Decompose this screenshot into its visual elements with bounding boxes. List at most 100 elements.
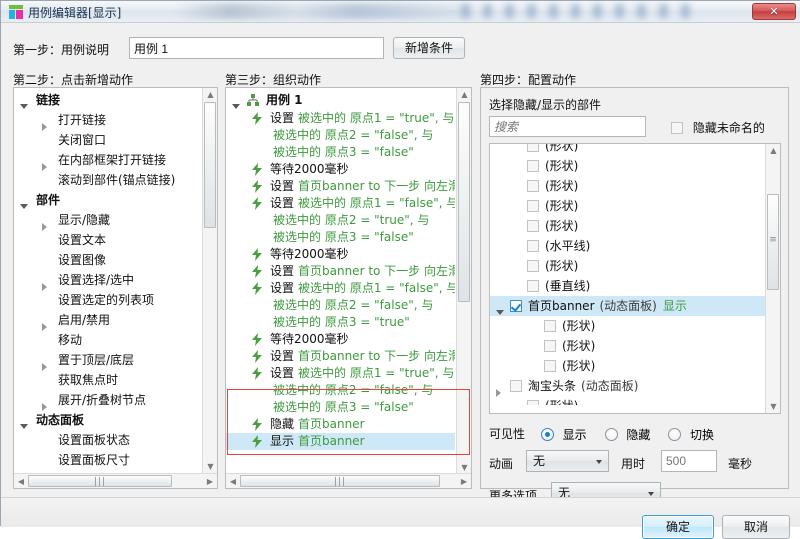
action-tree-item[interactable]: 动态面板 (14, 410, 202, 430)
actions-tree[interactable]: 链接 打开链接 关闭窗口 在内部框架打开链接 滚动到部件(锚点链接) 部件 显示/隐藏 设置文… (14, 90, 202, 472)
scroll-left-icon[interactable]: ◀ (228, 477, 238, 486)
organize-hscrollbar[interactable]: ◀ ||| ▶ (226, 473, 471, 488)
widget-checkbox[interactable] (544, 340, 556, 352)
radio-show[interactable] (540, 428, 554, 441)
widget-checkbox[interactable] (527, 144, 539, 152)
visibility-option-hide[interactable]: 隐藏 (604, 427, 655, 442)
widget-list-item[interactable]: (形状) (490, 256, 765, 276)
action-row[interactable]: 设置 被选中的 原点1 = "false", 与被选中的 原点2 = "true"… (226, 195, 455, 246)
action-row[interactable]: 设置 被选中的 原点1 = "false", 与被选中的 原点2 = "false… (226, 280, 455, 331)
actions-tree-hscrollbar[interactable]: ◀ ||| ▶ (14, 473, 217, 488)
radio-toggle[interactable] (668, 428, 682, 441)
action-tree-item[interactable]: 链接 (14, 90, 202, 110)
widget-list-item[interactable]: (形状) (490, 176, 765, 196)
use-case-description-input[interactable] (129, 37, 384, 59)
widget-checkbox[interactable] (527, 220, 539, 232)
widget-checkbox[interactable] (510, 380, 522, 392)
action-tree-item[interactable]: 置于顶层/底层 (14, 350, 202, 371)
widget-list-item[interactable]: (形状) (490, 216, 765, 236)
widget-list-item[interactable]: (形状) (490, 336, 765, 356)
animation-select[interactable]: 无 (526, 450, 609, 472)
widget-list[interactable]: (形状) (形状) (形状) (形状) (形状) (水平线) (形状) (垂直线) 首页bann… (490, 144, 765, 405)
widget-checkbox[interactable] (544, 360, 556, 372)
action-row[interactable]: 显示 首页banner (226, 433, 455, 450)
action-tree-item[interactable]: 设置文本 (14, 230, 202, 250)
action-tree-item[interactable]: 设置面板状态 (14, 430, 202, 450)
scroll-down-icon[interactable]: ▼ (457, 463, 472, 472)
action-tree-item[interactable]: 展开/折叠树节点 (14, 390, 202, 411)
close-icon[interactable]: ✕ (752, 3, 796, 20)
action-tree-item[interactable]: 关闭窗口 (14, 130, 202, 150)
use-case-root-node[interactable]: 用例 1 (226, 90, 455, 110)
action-row[interactable]: 等待2000毫秒 (226, 161, 455, 178)
widget-checkbox[interactable] (527, 180, 539, 192)
action-tree-item[interactable]: 变量 (14, 470, 202, 472)
scroll-right-icon[interactable]: ▶ (459, 477, 469, 486)
visibility-option-show[interactable]: 显示 (540, 427, 591, 442)
cancel-button[interactable]: 取消 (722, 515, 790, 539)
action-tree-item[interactable]: 显示/隐藏 (14, 210, 202, 231)
widget-list-item[interactable]: (水平线) (490, 236, 765, 256)
action-row[interactable]: 设置 被选中的 原点1 = "true", 与被选中的 原点2 = "false"… (226, 110, 455, 161)
widget-checkbox[interactable] (527, 240, 539, 252)
widget-list-item[interactable]: (形状) (490, 316, 765, 336)
scroll-up-icon[interactable]: ▲ (766, 146, 780, 155)
widget-search-input[interactable] (489, 116, 646, 137)
scroll-up-icon[interactable]: ▲ (203, 90, 218, 99)
widget-list-item[interactable]: (形状) (490, 396, 765, 405)
vscroll-thumb[interactable]: ≡ (767, 194, 779, 290)
scroll-down-icon[interactable]: ▼ (766, 402, 780, 411)
widget-list-item[interactable]: (垂直线) (490, 276, 765, 296)
hscroll-thumb[interactable]: ||| (240, 475, 440, 487)
widget-checkbox[interactable] (527, 400, 539, 405)
actions-tree-vscrollbar[interactable]: ▲ ▼ (202, 88, 217, 473)
scroll-down-icon[interactable]: ▼ (203, 462, 218, 471)
ok-button[interactable]: 确定 (642, 515, 714, 539)
action-tree-item[interactable]: 设置选定的列表项 (14, 290, 202, 310)
add-condition-button[interactable]: 新增条件 (393, 37, 465, 59)
widget-checkbox[interactable] (527, 200, 539, 212)
action-row[interactable]: 设置首页banner to 下一步 向左滑动 out 5( (226, 348, 455, 365)
widget-checkbox[interactable] (527, 260, 539, 272)
action-row[interactable]: 设置首页banner to 下一步 向左滑动 out 5( (226, 178, 455, 195)
scroll-right-icon[interactable]: ▶ (205, 477, 215, 486)
widget-list-item[interactable]: (形状) (490, 156, 765, 176)
action-tree-item[interactable]: 部件 (14, 190, 202, 210)
action-tree-item[interactable]: 滚动到部件(锚点链接) (14, 170, 202, 190)
scroll-left-icon[interactable]: ◀ (16, 477, 26, 486)
action-row[interactable]: 设置首页banner to 下一步 向左滑动 out 5( (226, 263, 455, 280)
action-tree-item[interactable]: 设置面板尺寸 (14, 450, 202, 470)
widget-checkbox[interactable] (527, 280, 539, 292)
widget-list-item[interactable]: (形状) (490, 356, 765, 376)
scroll-up-icon[interactable]: ▲ (457, 90, 472, 99)
action-tree-item[interactable]: 移动 (14, 330, 202, 350)
widget-list-item[interactable]: 淘宝头条 (动态面板) (490, 376, 765, 397)
action-row[interactable]: 隐藏 首页banner (226, 416, 455, 433)
action-tree-item[interactable]: 启用/禁用 (14, 310, 202, 331)
widget-list-item[interactable]: (形状) (490, 196, 765, 216)
action-row[interactable]: 等待2000毫秒 (226, 246, 455, 263)
vscroll-thumb[interactable] (204, 102, 216, 228)
organize-actions-tree[interactable]: 用例 1 设置 被选中的 原点1 = "true", 与被选中的 原点2 = "fa… (226, 90, 455, 473)
organize-vscrollbar[interactable]: ▲ ▼ (456, 88, 471, 474)
widget-list-item[interactable]: (形状) (490, 144, 765, 156)
widget-checkbox[interactable] (527, 160, 539, 172)
hide-unnamed-checkbox[interactable] (671, 121, 683, 134)
duration-input[interactable] (661, 450, 717, 472)
radio-hide[interactable] (604, 428, 618, 441)
action-tree-item[interactable]: 设置图像 (14, 250, 202, 270)
widget-checkbox[interactable] (510, 300, 522, 312)
action-tree-item[interactable]: 获取焦点时 (14, 370, 202, 390)
widget-list-vscrollbar[interactable]: ▲ ≡ ▼ (765, 144, 780, 413)
action-tree-item[interactable]: 打开链接 (14, 110, 202, 131)
action-row[interactable]: 等待2000毫秒 (226, 331, 455, 348)
widget-list-item[interactable]: 首页banner (动态面板) 显示 (490, 296, 765, 316)
visibility-option-toggle[interactable]: 切换 (668, 427, 714, 442)
action-row[interactable]: 设置 被选中的 原点1 = "true", 与被选中的 原点2 = "false"… (226, 365, 455, 416)
hide-unnamed-checkbox-row[interactable]: 隐藏未命名的 (671, 119, 765, 136)
hscroll-thumb[interactable]: ||| (28, 475, 172, 487)
chevron-down-icon[interactable] (590, 451, 608, 471)
vscroll-thumb[interactable] (458, 102, 470, 302)
action-tree-item[interactable]: 在内部框架打开链接 (14, 150, 202, 171)
widget-checkbox[interactable] (544, 320, 556, 332)
